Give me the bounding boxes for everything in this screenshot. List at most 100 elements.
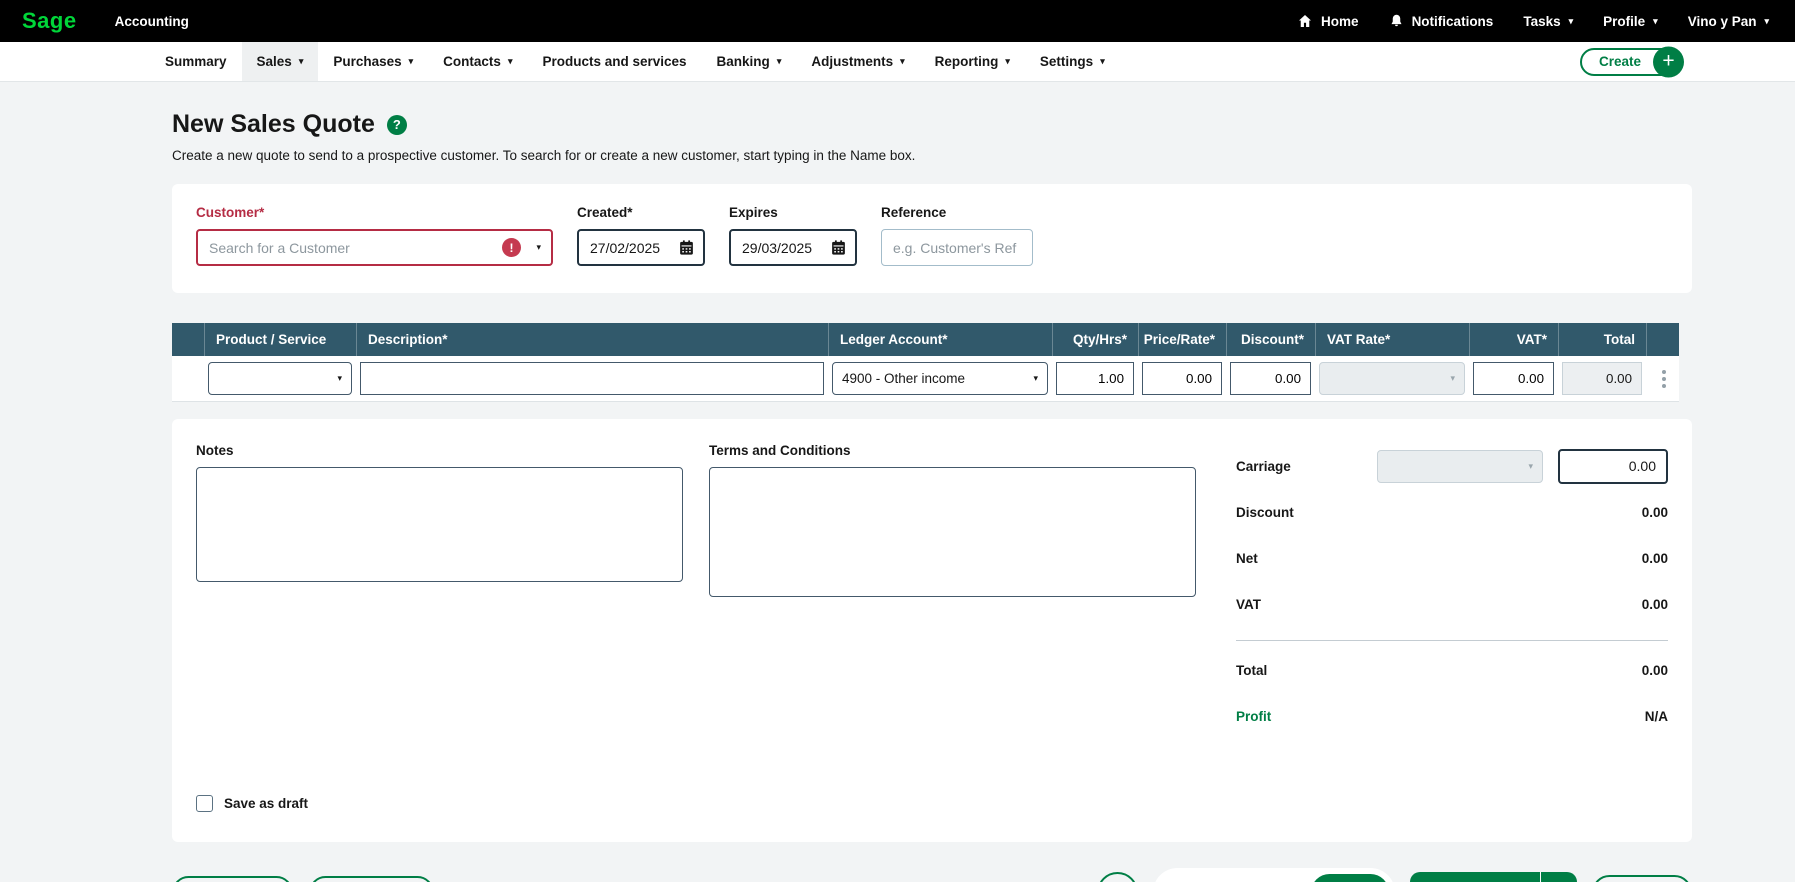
save-email-dropdown-button[interactable]: ▾ bbox=[1541, 872, 1577, 882]
chevron-down-icon: ▾ bbox=[337, 374, 342, 383]
notes-textarea[interactable] bbox=[196, 467, 683, 582]
customer-input[interactable] bbox=[196, 229, 553, 266]
help-icon[interactable]: ? bbox=[387, 115, 407, 135]
nav-purchases-label: Purchases bbox=[333, 54, 401, 69]
product-service-select[interactable]: ▾ bbox=[208, 362, 352, 395]
ledger-account-select[interactable]: 4900 - Other income▾ bbox=[832, 362, 1048, 395]
nav-products-services-label: Products and services bbox=[542, 54, 686, 69]
chevron-down-icon: ▾ bbox=[1528, 462, 1533, 471]
expires-label: Expires bbox=[729, 205, 857, 220]
nav-contacts-label: Contacts bbox=[443, 54, 501, 69]
terms-label: Terms and Conditions bbox=[709, 443, 1196, 458]
save-as-draft-checkbox[interactable] bbox=[196, 795, 213, 812]
page-subtitle: Create a new quote to send to a prospect… bbox=[172, 148, 1692, 163]
topbar: Sage Accounting Home Notifications Tasks… bbox=[0, 0, 1795, 42]
nav-products-services[interactable]: Products and services bbox=[527, 42, 701, 81]
chevron-down-icon: ▾ bbox=[409, 57, 414, 66]
totals-summary: Carriage ▾ Discount 0.00 Net 0.00 VAT 0.… bbox=[1222, 443, 1668, 739]
topbar-profile-label: Profile bbox=[1603, 14, 1645, 29]
net-summary-label: Net bbox=[1236, 551, 1258, 566]
row-menu-kebab[interactable] bbox=[1658, 366, 1670, 392]
topbar-profile[interactable]: Profile ▾ bbox=[1603, 14, 1658, 29]
nav-settings[interactable]: Settings▾ bbox=[1025, 42, 1120, 81]
nav-contacts[interactable]: Contacts ▾ bbox=[428, 42, 527, 81]
attachment-button[interactable]: 0 bbox=[1097, 872, 1138, 882]
chevron-down-icon: ▾ bbox=[900, 57, 905, 66]
price-rate-input[interactable] bbox=[1142, 362, 1222, 395]
page-content: New Sales Quote ? Create a new quote to … bbox=[172, 82, 1692, 882]
notes-label: Notes bbox=[196, 443, 683, 458]
nav-reporting[interactable]: Reporting▾ bbox=[920, 42, 1025, 81]
chevron-down-icon: ▾ bbox=[1569, 17, 1574, 26]
preview-button[interactable]: Preview bbox=[172, 876, 293, 882]
expires-date-input[interactable] bbox=[729, 229, 857, 266]
table-header-product-service: Product / Service bbox=[204, 323, 356, 356]
topbar-notifications[interactable]: Notifications bbox=[1389, 13, 1494, 29]
bell-icon bbox=[1389, 13, 1404, 29]
notes-summary-card: Notes Terms and Conditions Carriage ▾ Di… bbox=[172, 419, 1692, 842]
save-as-draft-row: Save as draft bbox=[196, 795, 1668, 812]
save-button[interactable]: Save bbox=[1311, 874, 1389, 882]
profit-summary-row: Profit N/A bbox=[1236, 693, 1668, 739]
nav-purchases[interactable]: Purchases ▾ bbox=[318, 42, 428, 81]
home-icon bbox=[1297, 13, 1313, 29]
vat-input[interactable] bbox=[1473, 362, 1554, 395]
chevron-down-icon[interactable]: ▾ bbox=[536, 243, 541, 252]
nav-summary[interactable]: Summary bbox=[150, 42, 242, 81]
chevron-down-icon: ▾ bbox=[299, 57, 304, 66]
table-header-price: Price/Rate* bbox=[1138, 323, 1226, 356]
reference-input[interactable] bbox=[881, 229, 1033, 266]
ledger-account-value: 4900 - Other income bbox=[842, 371, 965, 386]
customer-label: Customer* bbox=[196, 205, 553, 220]
vat-summary-label: VAT bbox=[1236, 597, 1261, 612]
vat-rate-select: ▾ bbox=[1319, 362, 1465, 395]
topbar-home[interactable]: Home bbox=[1297, 13, 1359, 29]
cancel-button[interactable]: Cancel bbox=[1592, 875, 1692, 882]
sage-logo[interactable]: Sage bbox=[22, 8, 77, 34]
created-date-input[interactable] bbox=[577, 229, 705, 266]
nav-sales[interactable]: Sales▾ bbox=[242, 42, 319, 81]
carriage-amount-input[interactable] bbox=[1558, 449, 1668, 484]
description-input[interactable] bbox=[360, 362, 824, 395]
page-title: New Sales Quote bbox=[172, 110, 375, 139]
nav-adjustments[interactable]: Adjustments▾ bbox=[796, 42, 919, 81]
terms-field: Terms and Conditions bbox=[709, 443, 1196, 739]
error-icon: ! bbox=[502, 238, 521, 257]
nav-banking[interactable]: Banking ▾ bbox=[702, 42, 797, 81]
customer-field: Customer* ! ▾ bbox=[196, 205, 553, 266]
vat-summary-value: 0.00 bbox=[1642, 597, 1668, 612]
plus-icon: + bbox=[1653, 46, 1684, 77]
discount-input[interactable] bbox=[1230, 362, 1311, 395]
save-email-button[interactable]: Save & Email bbox=[1410, 872, 1540, 882]
chevron-down-icon: ▾ bbox=[777, 57, 782, 66]
create-button-label: Create bbox=[1599, 54, 1641, 69]
table-header-total: Total bbox=[1558, 323, 1646, 356]
nav-summary-label: Summary bbox=[165, 54, 227, 69]
line-total-input bbox=[1562, 362, 1642, 395]
nav-reporting-label: Reporting bbox=[935, 54, 999, 69]
table-header-vat: VAT* bbox=[1469, 323, 1558, 356]
chevron-down-icon: ▾ bbox=[1764, 17, 1769, 26]
topbar-tasks-label: Tasks bbox=[1523, 14, 1560, 29]
topbar-business[interactable]: Vino y Pan ▾ bbox=[1688, 14, 1769, 29]
error-save-group: ! There is 1 error Save bbox=[1153, 868, 1395, 882]
nav-banking-label: Banking bbox=[717, 54, 770, 69]
line-item-row: ▾ 4900 - Other income▾ ▾ bbox=[172, 356, 1679, 402]
save-as-draft-label: Save as draft bbox=[224, 796, 308, 811]
created-label: Created* bbox=[577, 205, 705, 220]
summary-divider bbox=[1236, 640, 1668, 641]
save-email-split-button: Save & Email ▾ bbox=[1410, 872, 1577, 882]
net-summary-value: 0.00 bbox=[1642, 551, 1668, 566]
terms-textarea[interactable] bbox=[709, 467, 1196, 597]
quote-details-card: Customer* ! ▾ Created* Expires Reference bbox=[172, 184, 1692, 293]
qty-input[interactable] bbox=[1056, 362, 1134, 395]
topbar-tasks[interactable]: Tasks ▾ bbox=[1523, 14, 1573, 29]
reference-field: Reference bbox=[881, 205, 1033, 266]
create-button[interactable]: Create + bbox=[1580, 48, 1683, 76]
chevron-down-icon: ▾ bbox=[508, 57, 513, 66]
app-title: Accounting bbox=[115, 14, 189, 29]
topbar-notifications-label: Notifications bbox=[1412, 14, 1494, 29]
profit-summary-label: Profit bbox=[1236, 709, 1271, 724]
customise-button[interactable]: Customise ▾ bbox=[309, 876, 434, 882]
footer-actions: Preview Customise ▾ 0 ! There is 1 error… bbox=[172, 868, 1692, 882]
